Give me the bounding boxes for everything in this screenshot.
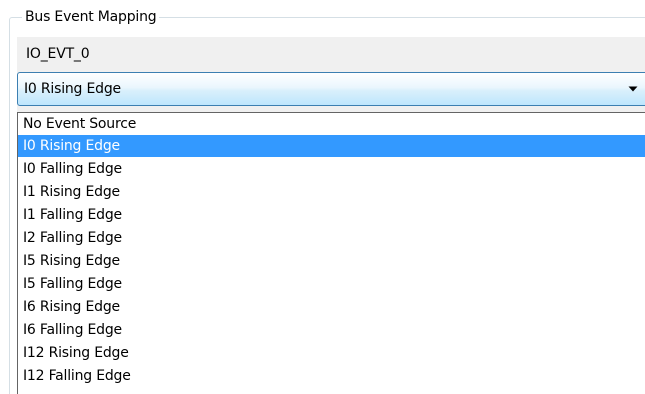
groupbox-title: Bus Event Mapping	[22, 8, 160, 26]
list-item-i12-falling-edge[interactable]: I12 Falling Edge	[18, 365, 645, 387]
list-item-i1-rising-edge[interactable]: I1 Rising Edge	[18, 181, 645, 203]
list-item-i0-rising-edge[interactable]: I0 Rising Edge	[18, 135, 645, 157]
list-item-i0-falling-edge[interactable]: I0 Falling Edge	[18, 158, 645, 180]
list-item-i5-rising-edge[interactable]: I5 Rising Edge	[18, 250, 645, 272]
list-item-i12-rising-edge[interactable]: I12 Rising Edge	[18, 342, 645, 364]
dropdown-arrow-icon[interactable]	[627, 83, 639, 95]
combobox-selected-value: I0 Rising Edge	[24, 81, 121, 97]
list-item-no-event-source[interactable]: No Event Source	[18, 113, 645, 135]
list-item-i6-rising-edge[interactable]: I6 Rising Edge	[18, 296, 645, 318]
event-source-combobox[interactable]: I0 Rising Edge	[17, 72, 645, 106]
list-item-i6-falling-edge[interactable]: I6 Falling Edge	[18, 319, 645, 341]
list-item-i1-falling-edge[interactable]: I1 Falling Edge	[18, 204, 645, 226]
io-evt-0-label: IO_EVT_0	[26, 46, 90, 62]
bus-event-mapping-window: Bus Event Mapping IO_EVT_0 I0 Rising Edg…	[0, 0, 645, 394]
list-item-i2-falling-edge[interactable]: I2 Falling Edge	[18, 227, 645, 249]
event-source-dropdown-list[interactable]: No Event Source I0 Rising Edge I0 Fallin…	[17, 112, 645, 394]
list-item-i5-falling-edge[interactable]: I5 Falling Edge	[18, 273, 645, 295]
